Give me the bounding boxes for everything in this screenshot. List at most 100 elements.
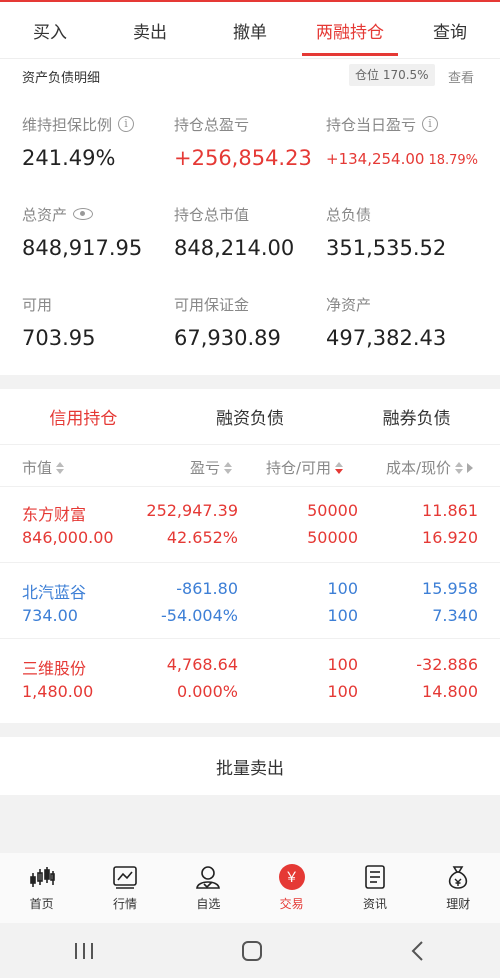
table-row[interactable]: 北汽蓝谷 734.00 -861.80 -54.004% 100 100 15.… xyxy=(0,563,500,639)
sort-icon xyxy=(224,461,233,474)
maintenance-ratio-value: 241.49% xyxy=(22,146,116,170)
total-assets: 总资产 848,917.95 xyxy=(22,204,182,261)
tab-margin-positions[interactable]: 两融持仓 xyxy=(300,2,400,58)
stock-cost: -32.886 xyxy=(416,655,478,674)
nav-market-label: 行情 xyxy=(112,897,137,911)
daily-pnl-pct: 18.79% xyxy=(428,153,479,168)
net-assets-label: 净资产 xyxy=(326,295,372,314)
stock-pnl: 4,768.64 xyxy=(166,655,238,674)
available-margin-label: 可用保证金 xyxy=(174,295,250,314)
stock-market-value: 1,480.00 xyxy=(22,682,94,701)
stock-cost: 11.861 xyxy=(422,501,478,520)
scroll-right-icon[interactable] xyxy=(467,462,474,473)
bottom-nav: 首页 行情 自选 ￥ 交易 资讯 理财 xyxy=(0,853,500,923)
stock-pnl: -861.80 xyxy=(176,579,238,598)
home-button-icon[interactable] xyxy=(240,939,264,963)
market-value: 持仓总市值 848,214.00 xyxy=(174,204,334,261)
stock-name: 三维股份 xyxy=(22,659,87,678)
stock-cost: 15.958 xyxy=(422,579,478,598)
header-holding[interactable]: 持仓/可用 xyxy=(266,457,344,478)
nav-watchlist[interactable]: 自选 xyxy=(167,853,250,923)
daily-pnl-amount: +134,254.00 xyxy=(326,150,425,168)
sort-icon xyxy=(56,461,65,474)
total-pnl-label: 持仓总盈亏 xyxy=(174,115,250,134)
table-header: 市值 盈亏 持仓/可用 成本/现价 xyxy=(0,445,500,487)
header-cost-price-label: 成本/现价 xyxy=(386,459,452,477)
market-value-label: 持仓总市值 xyxy=(174,205,250,224)
tab-financing-liabilities[interactable]: 融资负债 xyxy=(167,389,334,444)
stock-price: 14.800 xyxy=(422,682,478,701)
back-icon[interactable] xyxy=(408,939,428,963)
daily-pnl-value: +134,254.00 18.79% xyxy=(326,150,500,168)
available-margin-value: 67,930.89 xyxy=(174,326,281,350)
header-holding-label: 持仓/可用 xyxy=(266,459,332,477)
tab-buy[interactable]: 买入 xyxy=(0,2,100,58)
position-tabs: 信用持仓 融资负债 融券负债 xyxy=(0,389,500,445)
stock-pnl-pct: -54.004% xyxy=(161,606,238,625)
positions-section: 信用持仓 融资负债 融券负债 市值 盈亏 持仓/可用 成本/现价 东方财富 84… xyxy=(0,389,500,723)
header-market-value[interactable]: 市值 xyxy=(22,457,65,478)
total-assets-value: 848,917.95 xyxy=(22,236,143,260)
tab-sell[interactable]: 卖出 xyxy=(100,2,200,58)
daily-pnl-label: 持仓当日盈亏 xyxy=(326,115,417,134)
nav-wealth[interactable]: 理财 xyxy=(417,853,500,923)
batch-sell-button[interactable]: 批量卖出 xyxy=(0,737,500,795)
header-cost-price[interactable]: 成本/现价 xyxy=(386,457,474,478)
daily-pnl: 持仓当日盈亏 i +134,254.00 18.79% xyxy=(326,114,500,169)
document-icon xyxy=(361,863,389,891)
nav-market[interactable]: 行情 xyxy=(83,853,166,923)
maintenance-ratio: 维持担保比例 i 241.49% xyxy=(22,114,182,170)
total-assets-label: 总资产 xyxy=(22,205,68,224)
nav-news-label: 资讯 xyxy=(362,897,387,911)
info-icon[interactable]: i xyxy=(422,116,439,132)
stock-available: 100 xyxy=(327,682,358,701)
account-summary: 维持担保比例 i 241.49% 持仓总盈亏 +256,854.23 持仓当日盈亏… xyxy=(0,92,500,375)
table-row[interactable]: 三维股份 1,480.00 4,768.64 0.000% 100 100 -3… xyxy=(0,639,500,715)
yen-badge: ￥ xyxy=(278,864,305,890)
nav-home[interactable]: 首页 xyxy=(0,853,83,923)
stock-holding: 50000 xyxy=(307,501,358,520)
tab-credit-positions[interactable]: 信用持仓 xyxy=(0,389,167,444)
stock-pnl-pct: 42.652% xyxy=(166,528,238,547)
available-value: 703.95 xyxy=(22,326,96,350)
nav-watchlist-label: 自选 xyxy=(196,897,221,911)
nav-wealth-label: 理财 xyxy=(446,897,471,911)
stock-holding: 100 xyxy=(327,655,358,674)
stock-price: 16.920 xyxy=(422,528,478,547)
available-funds: 可用 703.95 xyxy=(22,294,182,351)
tab-query[interactable]: 查询 xyxy=(400,2,500,58)
tab-short-liabilities[interactable]: 融券负债 xyxy=(333,389,500,444)
eye-icon[interactable] xyxy=(73,208,94,220)
stock-available: 100 xyxy=(327,606,358,625)
tab-cancel[interactable]: 撤单 xyxy=(200,2,300,58)
candlestick-icon xyxy=(28,863,56,891)
header-pnl[interactable]: 盈亏 xyxy=(190,457,233,478)
chart-icon xyxy=(111,863,139,891)
maintenance-ratio-label: 维持担保比例 xyxy=(22,115,113,134)
info-icon[interactable]: i xyxy=(118,116,135,132)
sort-icon xyxy=(455,461,464,474)
nav-trade[interactable]: ￥ 交易 xyxy=(250,853,333,923)
recent-apps-icon[interactable] xyxy=(72,941,96,961)
user-check-icon xyxy=(194,863,222,891)
view-link[interactable]: 查看 xyxy=(448,67,474,86)
header-market-value-label: 市值 xyxy=(22,459,53,477)
total-liabilities-label: 总负债 xyxy=(326,205,372,224)
table-row[interactable]: 东方财富 846,000.00 252,947.39 42.652% 50000… xyxy=(0,487,500,563)
stock-price: 7.340 xyxy=(432,606,478,625)
stock-pnl: 252,947.39 xyxy=(146,501,238,520)
stock-name: 北汽蓝谷 xyxy=(22,583,87,602)
nav-home-label: 首页 xyxy=(29,897,54,911)
total-liabilities-value: 351,535.52 xyxy=(326,236,447,260)
stock-available: 50000 xyxy=(307,528,358,547)
total-pnl-value: +256,854.23 xyxy=(174,146,312,170)
nav-news[interactable]: 资讯 xyxy=(333,853,416,923)
net-assets: 净资产 497,382.43 xyxy=(326,294,486,351)
total-pnl: 持仓总盈亏 +256,854.23 xyxy=(174,114,334,171)
available-margin: 可用保证金 67,930.89 xyxy=(174,294,334,351)
stock-name: 东方财富 xyxy=(22,505,87,524)
yen-icon: ￥ xyxy=(278,863,306,891)
trade-tabs: 买入 卖出 撤单 两融持仓 查询 xyxy=(0,2,500,58)
sort-desc-icon xyxy=(335,461,344,474)
stock-market-value: 846,000.00 xyxy=(22,528,114,547)
